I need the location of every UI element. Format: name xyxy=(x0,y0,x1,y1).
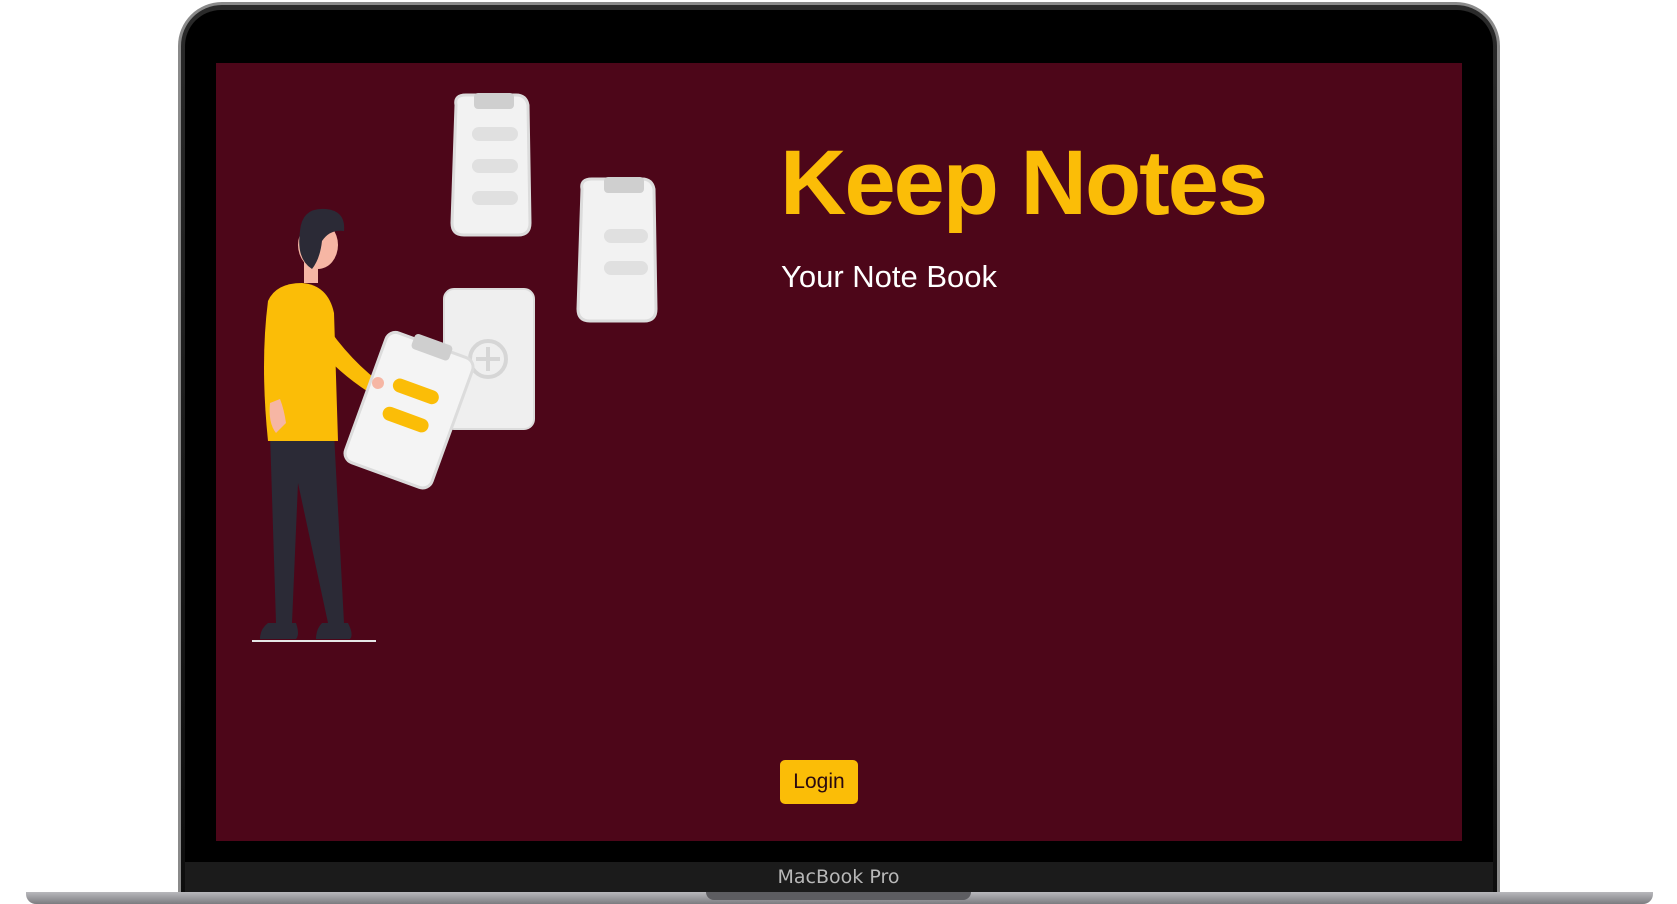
notes-illustration xyxy=(252,93,658,642)
login-button[interactable]: Login xyxy=(780,760,858,804)
device-brand-label: MacBook Pro xyxy=(777,866,900,888)
page-title: Keep Notes xyxy=(780,132,1268,234)
app-screen: Keep Notes Your Note Book Login xyxy=(216,63,1462,841)
laptop-notch xyxy=(706,892,971,900)
page-subtitle: Your Note Book xyxy=(781,259,998,294)
clipboard-icon xyxy=(450,93,532,237)
clipboard-icon xyxy=(576,177,658,323)
